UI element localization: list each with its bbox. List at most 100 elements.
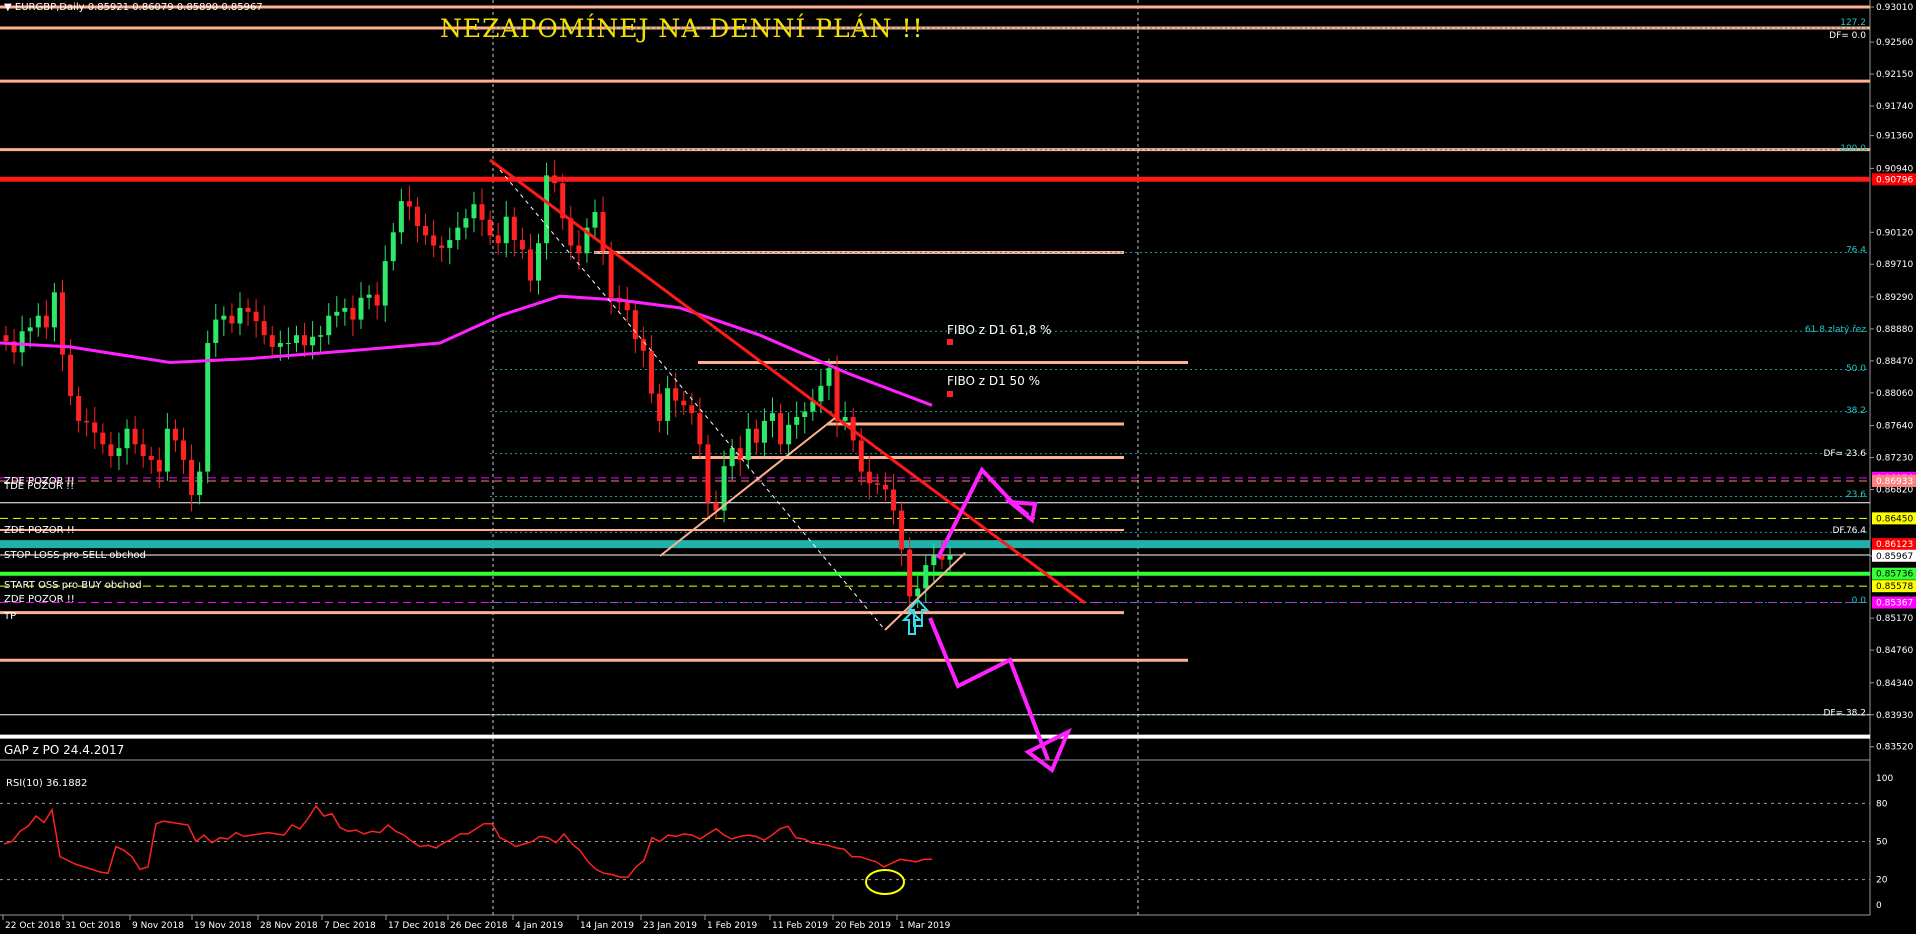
rsi-scale-4: 0: [1876, 901, 1882, 911]
candle-body-22: [181, 440, 187, 460]
candle-body-80: [648, 350, 654, 394]
candle-body-67: [544, 175, 550, 244]
chart-canvas[interactable]: 127.2 DF= 0.0 100.0 76.4 61.8 zlatý řez 50.0 3…: [0, 0, 1916, 934]
fib-label-f100: 100.0: [1840, 144, 1866, 154]
candle-body-64: [519, 240, 525, 250]
fib-label-f50: 50.0: [1846, 364, 1866, 374]
price-label-11: 0.88060: [1876, 389, 1913, 399]
price-label-9: 0.88880: [1876, 325, 1913, 335]
candle-body-92: [745, 428, 751, 460]
price-label-2: 0.92150: [1876, 70, 1913, 80]
candle-body-103: [834, 367, 840, 421]
candle-body-51: [414, 206, 420, 227]
time-label-8: 4 Jan 2019: [515, 921, 563, 931]
candle-body-84: [681, 400, 687, 406]
candle-body-27: [221, 315, 227, 320]
candle-body-31: [253, 311, 259, 322]
time-label-9: 14 Jan 2019: [580, 921, 634, 931]
candle-body-91: [737, 448, 743, 460]
candle-body-56: [455, 227, 461, 241]
candle-body-98: [794, 417, 800, 425]
stop-loss-label: STOP-LOSS pro SELL obchod: [4, 550, 146, 561]
candle-body-71: [576, 245, 582, 254]
candle-body-16: [132, 428, 138, 445]
candle-body-79: [640, 339, 646, 351]
price-label-17: 0.84760: [1876, 646, 1913, 656]
candle-body-66: [536, 243, 542, 281]
rsi-pane: 100 80 50 20 0: [0, 774, 1893, 911]
candle-body-60: [487, 219, 493, 236]
time-label-6: 17 Dec 2018: [388, 921, 446, 931]
candle-body-82: [665, 388, 671, 421]
candle-body-81: [657, 393, 663, 421]
candle-body-112: [907, 549, 913, 597]
drawn-objects: 127.2 DF= 0.0 100.0 76.4 61.8 zlatý řez 50.0 3…: [0, 18, 1867, 774]
candle-body-53: [431, 235, 437, 246]
time-label-14: 1 Mar 2019: [899, 921, 951, 931]
price-scale: 0.93010 0.92560 0.92150 0.91740 0.91360 0.909…: [1870, 3, 1916, 753]
price-label-5: 0.90940: [1876, 164, 1913, 174]
candle-body-17: [140, 444, 146, 456]
candle-body-54: [439, 245, 445, 248]
candle-body-115: [931, 555, 937, 566]
bullish-arrowhead: [1003, 499, 1038, 524]
candle-body-48: [390, 232, 396, 262]
price-label-1: 0.92560: [1876, 38, 1913, 48]
candle-body-104: [842, 417, 848, 421]
rsi-scale-0: 100: [1876, 774, 1893, 784]
fib-label-f0: 0.0: [1852, 596, 1867, 606]
candle-body-86: [697, 413, 703, 445]
candle-body-14: [116, 448, 122, 456]
candle-body-26: [213, 319, 219, 343]
price-label-3: 0.91740: [1876, 102, 1913, 112]
price-tag-2: 0.86933: [1876, 477, 1913, 487]
candle-body-43: [350, 307, 356, 320]
candle-body-85: [689, 405, 695, 414]
price-tag-6: 0.85736: [1876, 570, 1913, 580]
time-label-10: 23 Jan 2019: [643, 921, 697, 931]
candle-body-4: [35, 315, 41, 328]
candle-body-19: [156, 459, 162, 472]
candle-body-10: [84, 420, 90, 423]
candle-body-28: [229, 315, 235, 324]
candle-body-65: [527, 249, 533, 281]
candle-body-15: [124, 428, 130, 449]
candle-body-49: [398, 201, 404, 233]
fib-label-f382: 38.2: [1846, 406, 1866, 416]
candle-body-95: [769, 413, 775, 421]
bearish-scenario-arrow: [928, 617, 1050, 761]
channel-line-2: [884, 552, 966, 631]
candle-body-78: [632, 310, 638, 340]
candle-body-46: [374, 294, 380, 306]
candle-body-40: [326, 315, 332, 336]
symbol-header[interactable]: ▼ EURGBP,Daily 0.85921 0.86079 0.85890 0…: [4, 2, 263, 13]
gap-label: GAP z PO 24.4.2017: [4, 743, 125, 757]
price-label-13: 0.87230: [1876, 454, 1913, 464]
candle-body-90: [729, 448, 735, 467]
candle-body-11: [92, 422, 98, 433]
candle-body-39: [318, 335, 324, 337]
price-label-14: 0.86820: [1876, 486, 1913, 496]
candle-body-101: [818, 385, 824, 402]
candle-body-108: [874, 483, 880, 485]
price-label-7: 0.89710: [1876, 260, 1913, 270]
candle-body-97: [786, 424, 792, 445]
rsi-highlight-ellipse: [865, 869, 905, 895]
rsi-scale-3: 20: [1876, 876, 1888, 886]
candle-body-41: [334, 311, 340, 316]
time-label-13: 20 Feb 2019: [835, 921, 891, 931]
zde-pozor-label-3: ZDE POZOR !!: [4, 594, 75, 605]
candle-body-117: [947, 555, 953, 560]
candle-body-35: [285, 342, 291, 344]
candle-body-55: [447, 240, 453, 248]
time-label-1: 31 Oct 2018: [65, 921, 121, 931]
time-axis: 22 Oct 2018 31 Oct 2018 9 Nov 2018 19 Nov 2…: [2, 915, 951, 931]
start-loss-label: START OSS pro BUY obchod: [4, 580, 142, 591]
candle-body-23: [189, 459, 195, 495]
price-label-0: 0.93010: [1876, 3, 1913, 13]
candle-body-99: [802, 411, 808, 418]
price-label-12: 0.87640: [1876, 422, 1913, 432]
candle-body-75: [608, 250, 614, 298]
candle-body-63: [511, 216, 517, 241]
candle-body-37: [302, 335, 308, 346]
